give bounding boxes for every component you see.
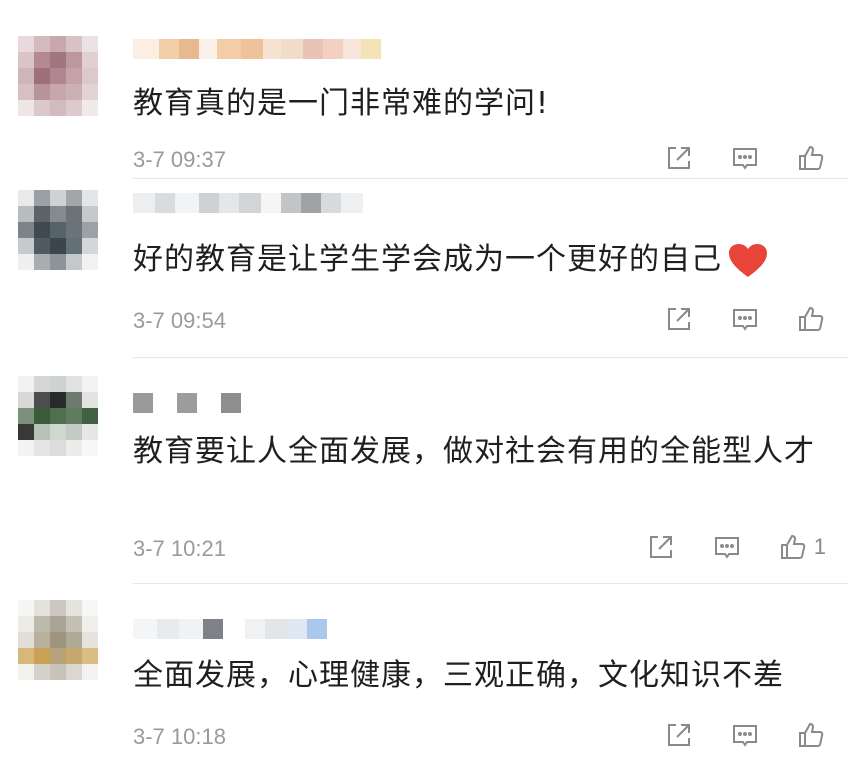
comment-text: 全面发展，心理健康，三观正确，文化知识不差 — [133, 658, 784, 693]
comment-icon — [733, 725, 757, 747]
comment-actions — [664, 143, 826, 173]
comment-actions — [664, 304, 826, 334]
avatar[interactable] — [18, 190, 98, 270]
thumbs-up-icon — [799, 145, 824, 170]
share-button[interactable] — [664, 720, 694, 750]
avatar[interactable] — [18, 600, 98, 680]
comment-time: 3-7 09:54 — [133, 308, 226, 333]
divider — [133, 178, 848, 179]
comment-item: 全面发展，心理健康，三观正确，文化知识不差 3-7 10:18 — [0, 584, 848, 763]
reply-button[interactable] — [730, 304, 760, 334]
reply-button[interactable] — [730, 143, 760, 173]
avatar[interactable] — [18, 36, 98, 116]
thumbs-up-icon — [780, 534, 805, 559]
comment-text: 教育要让人全面发展，做对社会有用的全能型人才 — [133, 434, 815, 469]
share-icon — [668, 147, 690, 169]
share-button[interactable] — [646, 532, 676, 562]
reply-button[interactable] — [712, 532, 742, 562]
comment-text: 好的教育是让学生学会成为一个更好的自己 — [133, 234, 823, 286]
comment-item: 好的教育是让学生学会成为一个更好的自己 3-7 09:54 — [0, 180, 848, 358]
comment-time: 3-7 10:21 — [133, 536, 226, 561]
like-button[interactable] — [796, 304, 826, 334]
like-button[interactable]: 1 — [778, 532, 826, 562]
reply-button[interactable] — [730, 720, 760, 750]
comment-actions — [664, 720, 826, 750]
red-heart-icon — [729, 243, 767, 277]
username-blurred[interactable] — [133, 192, 363, 214]
like-count: 1 — [813, 534, 826, 559]
avatar[interactable] — [18, 376, 98, 456]
like-button[interactable] — [796, 143, 826, 173]
comment-item: 教育真的是一门非常难的学问! 3-7 09:37 — [0, 0, 848, 180]
thumbs-up-icon — [799, 306, 824, 331]
like-button[interactable] — [796, 720, 826, 750]
comment-icon — [733, 148, 757, 170]
comment-actions: 1 — [646, 532, 826, 562]
share-icon — [668, 724, 690, 746]
share-button[interactable] — [664, 304, 694, 334]
share-button[interactable] — [664, 143, 694, 173]
comment-text: 教育真的是一门非常难的学问! — [133, 86, 550, 121]
share-icon — [668, 308, 690, 330]
username-blurred[interactable] — [133, 38, 381, 60]
comment-icon — [714, 537, 739, 559]
comment-time: 3-7 10:18 — [133, 724, 226, 749]
share-icon — [649, 536, 672, 558]
comment-item: 教育要让人全面发展，做对社会有用的全能型人才 3-7 10:21 1 — [0, 358, 848, 584]
username-blurred[interactable] — [133, 618, 327, 640]
username-blurred[interactable] — [133, 392, 241, 414]
comment-icon — [733, 309, 757, 331]
comment-time: 3-7 09:37 — [133, 147, 226, 172]
thumbs-up-icon — [799, 722, 824, 747]
